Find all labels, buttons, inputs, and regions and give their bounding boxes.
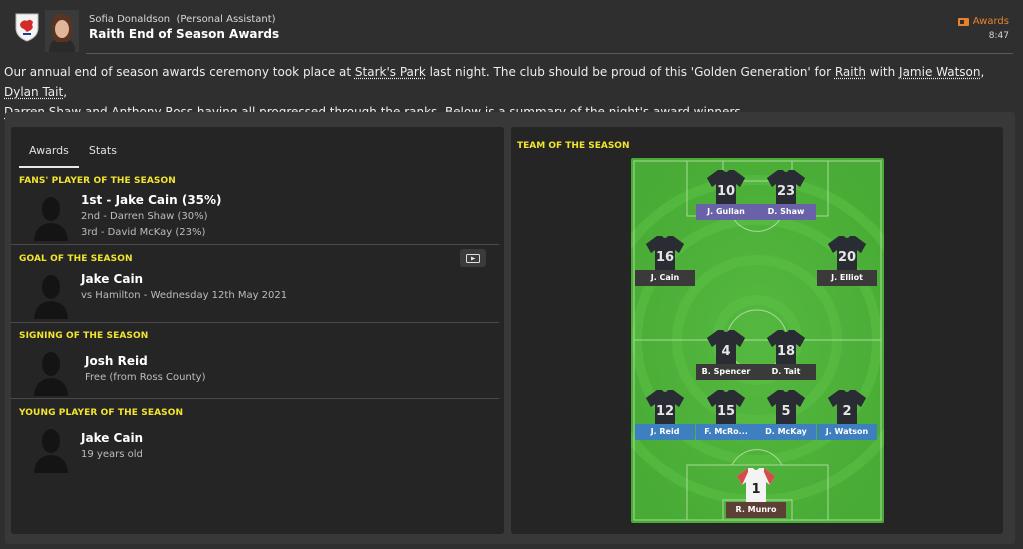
young-award-detail: 19 years old xyxy=(81,449,143,460)
goal-award-detail[interactable]: vs Hamilton - Wednesday 12th May 2021 xyxy=(81,290,287,301)
goal-award-title: GOAL OF THE SEASON xyxy=(19,254,133,264)
player-name-label[interactable]: J. Reid xyxy=(635,424,695,440)
stadium-link[interactable]: Stark's Park xyxy=(355,65,426,79)
sender-line: Sofia Donaldson (Personal Assistant) xyxy=(89,14,276,25)
shirt-icon: 16 xyxy=(646,236,684,273)
player-link-tait[interactable]: Dylan Tait xyxy=(4,85,63,99)
player-name-label[interactable]: D. Shaw xyxy=(756,204,816,220)
section-divider xyxy=(11,398,499,399)
player-name-label[interactable]: J. Cain xyxy=(635,270,695,286)
intro-text: with xyxy=(865,65,900,79)
shirt-icon: 10 xyxy=(707,170,745,207)
intro-text: , xyxy=(980,65,985,79)
shirt-icon: 20 xyxy=(828,236,866,273)
shirt-icon: 4 xyxy=(707,330,745,367)
player-link-watson[interactable]: Jamie Watson xyxy=(899,65,980,79)
play-video-icon xyxy=(466,253,480,263)
message-header: Sofia Donaldson (Personal Assistant) Rai… xyxy=(0,0,1023,54)
shirt-icon: 18 xyxy=(767,330,805,367)
intro-text: last night. The club should be proud of … xyxy=(425,65,835,79)
club-link[interactable]: Raith xyxy=(835,65,866,79)
section-divider xyxy=(11,322,499,323)
sender-avatar[interactable] xyxy=(45,10,79,52)
tag-label: Awards xyxy=(972,16,1009,27)
shirt-icon: 23 xyxy=(767,170,805,207)
goal-award-winner[interactable]: Jake Cain xyxy=(81,272,143,286)
shirt-number: 12 xyxy=(656,404,674,419)
player-name-label[interactable]: B. Spencer xyxy=(696,364,756,380)
fans-award-second[interactable]: 2nd - Darren Shaw (30%) xyxy=(81,211,208,222)
shirt-number: 4 xyxy=(721,344,730,359)
young-award-title: YOUNG PLAYER OF THE SEASON xyxy=(19,408,184,418)
shirt-icon: 2 xyxy=(828,390,866,427)
shirt-number: 23 xyxy=(777,184,795,199)
message-time: 8:47 xyxy=(988,31,1009,41)
fans-award-winner[interactable]: 1st - Jake Cain (35%) xyxy=(81,193,222,207)
young-award-winner[interactable]: Jake Cain xyxy=(81,431,143,445)
shirt-icon: 12 xyxy=(646,390,684,427)
tab-awards[interactable]: Awards xyxy=(19,141,79,168)
player-name-label[interactable]: D. Tait xyxy=(756,364,816,380)
shirt-number: 10 xyxy=(717,184,735,199)
team-of-season-title: TEAM OF THE SEASON xyxy=(517,141,630,151)
signing-award-detail: Free (from Ross County) xyxy=(85,372,206,383)
club-crest-icon xyxy=(15,13,39,42)
shirt-number: 20 xyxy=(838,250,856,265)
player-name-label[interactable]: F. McRo... xyxy=(696,424,756,440)
tag-icon xyxy=(957,17,969,26)
player-silhouette[interactable] xyxy=(34,425,68,473)
awards-tag[interactable]: Awards xyxy=(957,16,1009,27)
shirt-number: 18 xyxy=(777,344,795,359)
play-video-button[interactable] xyxy=(460,249,486,267)
shirt-number: 15 xyxy=(717,404,735,419)
intro-text: Our annual end of season awards ceremony… xyxy=(4,65,355,79)
sender-role: (Personal Assistant) xyxy=(176,14,276,25)
section-divider xyxy=(11,244,499,245)
awards-panel: Awards Stats FANS' PLAYER OF THE SEASON … xyxy=(11,127,504,534)
player-name-label[interactable]: D. McKay xyxy=(756,424,816,440)
player-name-label[interactable]: J. Elliot xyxy=(817,270,877,286)
intro-text: , xyxy=(63,85,68,99)
fans-award-title: FANS' PLAYER OF THE SEASON xyxy=(19,176,176,186)
message-subject: Raith End of Season Awards xyxy=(89,27,280,41)
player-silhouette[interactable] xyxy=(34,193,68,241)
signing-award-title: SIGNING OF THE SEASON xyxy=(19,331,149,341)
shirt-number: 5 xyxy=(781,404,790,419)
team-of-season-panel: TEAM OF THE SEASON 10 J. Gullan 23 D. Sh… xyxy=(511,127,1003,534)
header-divider xyxy=(86,53,1013,54)
shirt-number: 16 xyxy=(656,250,674,265)
football-pitch: 10 J. Gullan 23 D. Shaw 16 J. Cain 20 J. Elliot… xyxy=(631,158,884,523)
player-name-label[interactable]: J. Watson xyxy=(817,424,877,440)
panel-tabs: Awards Stats xyxy=(19,141,127,168)
shirt-icon: 5 xyxy=(767,390,805,427)
tab-stats[interactable]: Stats xyxy=(79,141,127,168)
player-name-label[interactable]: R. Munro xyxy=(726,502,786,518)
signing-award-winner[interactable]: Josh Reid xyxy=(85,354,148,368)
player-name-label[interactable]: J. Gullan xyxy=(696,204,756,220)
player-silhouette[interactable] xyxy=(34,348,68,396)
shirt-number: 1 xyxy=(751,482,760,497)
shirt-number: 2 xyxy=(842,404,851,419)
sender-name[interactable]: Sofia Donaldson xyxy=(89,14,170,25)
shirt-icon: 1 xyxy=(737,468,775,505)
shirt-icon: 15 xyxy=(707,390,745,427)
player-silhouette[interactable] xyxy=(34,271,68,319)
fans-award-third[interactable]: 3rd - David McKay (23%) xyxy=(81,227,205,238)
